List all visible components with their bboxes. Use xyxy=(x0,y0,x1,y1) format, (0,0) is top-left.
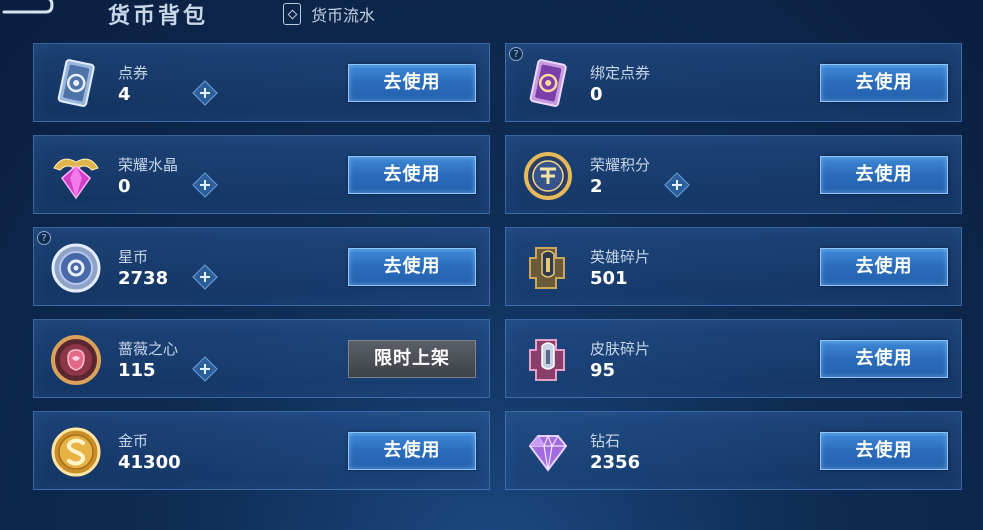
currency-name: 蔷薇之心 xyxy=(118,340,179,358)
currency-name: 英雄碎片 xyxy=(590,248,651,266)
bound-coupon-card-icon xyxy=(529,59,567,107)
currency-value: 2738 xyxy=(118,268,169,289)
currency-name: 金币 xyxy=(118,432,149,450)
star-coin-icon xyxy=(51,243,101,293)
add-coupon-button[interactable] xyxy=(192,80,218,106)
currency-card-bound-coupon: ? 绑定点券 0 去使用 xyxy=(505,43,962,122)
currency-name: 点券 xyxy=(118,64,149,82)
add-glory-points-button[interactable] xyxy=(664,172,690,198)
diamond-icon xyxy=(528,434,568,472)
add-star-coin-button[interactable] xyxy=(192,264,218,290)
currency-value: 0 xyxy=(590,84,603,105)
currency-card-hero-fragment: 英雄碎片 501 去使用 xyxy=(505,227,962,306)
currency-name: 钻石 xyxy=(590,432,621,450)
limited-time-button[interactable]: 限时上架 xyxy=(348,340,476,378)
currency-card-gold-coin: 金币 41300 去使用 xyxy=(33,411,490,490)
use-star-coin-button[interactable]: 去使用 xyxy=(348,248,476,286)
use-skin-fragment-button[interactable]: 去使用 xyxy=(820,340,948,378)
use-bound-coupon-button[interactable]: 去使用 xyxy=(820,64,948,102)
currency-flow-label: 货币流水 xyxy=(311,6,376,25)
gold-coin-icon xyxy=(51,427,101,477)
add-rose-heart-button[interactable] xyxy=(192,356,218,382)
add-glory-crystal-button[interactable] xyxy=(192,172,218,198)
currency-value: 2 xyxy=(590,176,603,197)
use-glory-points-button[interactable]: 去使用 xyxy=(820,156,948,194)
glory-points-icon xyxy=(524,152,572,200)
currency-name: 荣耀积分 xyxy=(590,156,651,174)
glory-crystal-icon xyxy=(53,158,99,200)
currency-name: 皮肤碎片 xyxy=(590,340,651,358)
currency-card-rose-heart: 蔷薇之心 115 限时上架 xyxy=(33,319,490,398)
currency-name: 荣耀水晶 xyxy=(118,156,179,174)
back-arrow-icon xyxy=(2,0,54,14)
currency-card-skin-fragment: 皮肤碎片 95 去使用 xyxy=(505,319,962,398)
coupon-card-icon xyxy=(57,59,95,107)
back-button[interactable] xyxy=(0,0,54,20)
currency-value: 2356 xyxy=(590,452,641,473)
currency-flow-link[interactable]: 货币流水 xyxy=(283,2,375,26)
currency-card-diamond: 钻石 2356 去使用 xyxy=(505,411,962,490)
currency-card-glory-points: 荣耀积分 2 去使用 xyxy=(505,135,962,214)
currency-value: 115 xyxy=(118,360,156,381)
page-title: 货币背包 xyxy=(108,4,209,29)
currency-card-star-coin: ? 星币 2738 去使用 xyxy=(33,227,490,306)
currency-value: 95 xyxy=(590,360,616,381)
use-diamond-button[interactable]: 去使用 xyxy=(820,432,948,470)
use-coupon-button[interactable]: 去使用 xyxy=(348,64,476,102)
currency-flow-icon xyxy=(283,3,301,25)
currency-value: 41300 xyxy=(118,452,181,473)
currency-value: 501 xyxy=(590,268,628,289)
hero-fragment-icon xyxy=(529,247,565,289)
use-hero-fragment-button[interactable]: 去使用 xyxy=(820,248,948,286)
use-glory-crystal-button[interactable]: 去使用 xyxy=(348,156,476,194)
rose-heart-icon xyxy=(51,335,101,385)
currency-name: 星币 xyxy=(118,248,149,266)
skin-fragment-icon xyxy=(529,339,565,381)
currency-name: 绑定点券 xyxy=(590,64,651,82)
top-bar: 货币背包 货币流水 xyxy=(0,0,983,36)
currency-card-glory-crystal: 荣耀水晶 0 去使用 xyxy=(33,135,490,214)
use-gold-coin-button[interactable]: 去使用 xyxy=(348,432,476,470)
currency-card-coupon: 点券 4 去使用 xyxy=(33,43,490,122)
currency-value: 0 xyxy=(118,176,131,197)
currency-value: 4 xyxy=(118,84,131,105)
